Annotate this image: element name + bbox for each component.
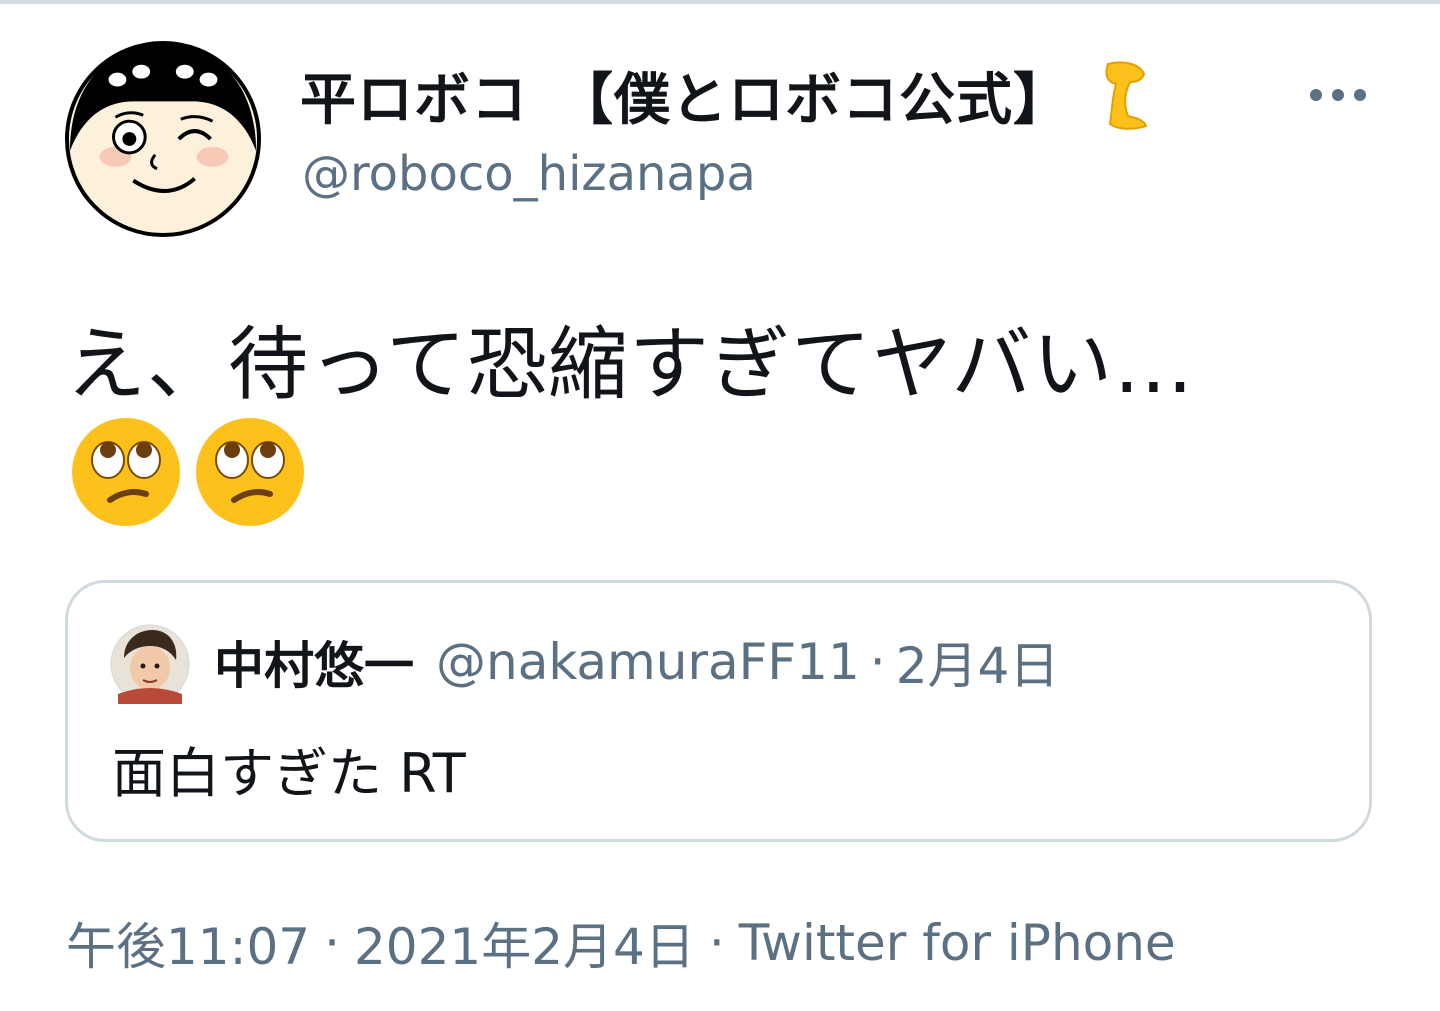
more-options-button[interactable] <box>1306 80 1370 110</box>
author-handle[interactable]: @roboco_hizanapa <box>302 146 756 202</box>
face-with-rolling-eyes-icon <box>196 418 304 526</box>
more-horizontal-icon <box>1310 89 1366 101</box>
quoted-tweet-text: 面白すぎた RT <box>112 742 466 805</box>
author-avatar-image <box>64 40 262 238</box>
quoted-separator: · <box>869 633 886 691</box>
quoted-author-avatar[interactable] <box>110 624 190 704</box>
leg-icon <box>1105 61 1148 130</box>
quoted-tweet-card[interactable]: 中村悠一 @nakamuraFF11 · 2月4日 面白すぎた RT <box>65 580 1372 842</box>
tweet-metadata: 午後11:07 · 2021年2月4日 · Twitter for iPhone <box>66 908 1176 978</box>
face-with-rolling-eyes-icon <box>72 418 180 526</box>
quoted-author-handle[interactable]: @nakamuraFF11 <box>436 633 860 691</box>
meta-separator: · <box>324 914 340 972</box>
author-display-name[interactable]: 平ロボコ 【僕とロボコ公式】 <box>300 55 1070 136</box>
meta-separator: · <box>708 914 725 972</box>
tweet-text: え、待って恐縮すぎてヤバい… <box>66 318 1195 411</box>
quoted-author-name[interactable]: 中村悠一 <box>214 626 414 698</box>
tweet-emoji-row <box>70 416 306 530</box>
author-avatar[interactable] <box>64 40 262 238</box>
tweet-source-link[interactable]: Twitter for iPhone <box>739 914 1176 972</box>
quoted-tweet-header: 中村悠一 @nakamuraFF11 · 2月4日 <box>214 627 1059 697</box>
author-name-row[interactable]: 平ロボコ 【僕とロボコ公式】 <box>300 58 1154 133</box>
quoted-tweet-date[interactable]: 2月4日 <box>896 626 1060 698</box>
tweet-date[interactable]: 2021年2月4日 <box>354 907 695 979</box>
quoted-author-avatar-image <box>110 624 190 704</box>
top-divider <box>0 0 1440 4</box>
tweet-time[interactable]: 午後11:07 <box>66 907 310 979</box>
